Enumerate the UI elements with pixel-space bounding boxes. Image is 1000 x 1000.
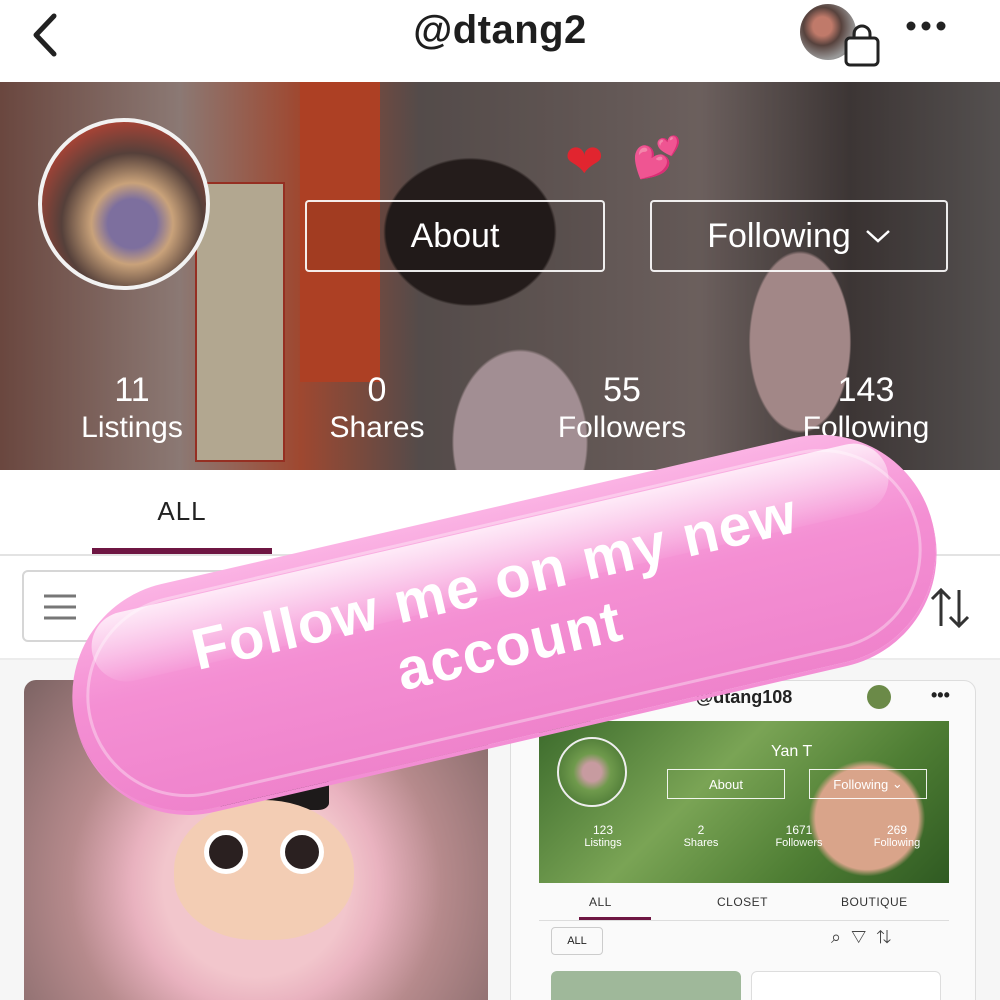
embedded-stat: 123 Listings: [563, 823, 643, 849]
stat-value: 143: [837, 371, 895, 409]
stat-label: Listings: [81, 411, 183, 444]
embedded-tab: BOUTIQUE: [841, 895, 908, 909]
embedded-cover: Yan T About Following ⌄ 123 Listings 2 S…: [539, 721, 949, 883]
top-bar: @dtang2: [0, 0, 1000, 82]
embedded-stat: 2 Shares: [661, 823, 741, 849]
chevron-down-icon: [865, 230, 890, 243]
following-button-label: Following: [707, 216, 851, 255]
profile-avatar[interactable]: [38, 118, 210, 290]
embedded-avatar: [557, 737, 627, 807]
embedded-stat-value: 1671: [785, 823, 813, 837]
shopping-bag-icon[interactable]: [842, 24, 882, 68]
embedded-toolbar-icons: ⌕ ▽ ⇅: [831, 927, 891, 947]
heart-icon: ❤: [565, 135, 604, 187]
stat-following[interactable]: 143 Following: [746, 370, 986, 446]
embedded-avatar-mini: [867, 685, 891, 709]
listing-photo-detail: [174, 800, 354, 940]
about-button-label: About: [410, 216, 500, 255]
stat-shares[interactable]: 0 Shares: [257, 370, 497, 446]
embedded-stat-label: Listings: [584, 837, 622, 849]
embedded-name: Yan T: [771, 743, 813, 760]
listing-card-screenshot[interactable]: @dtang108 ••• Yan T About Following ⌄ 12…: [510, 680, 976, 1000]
listing-photo-detail: [204, 830, 248, 874]
stat-listings[interactable]: 11 Listings: [12, 370, 252, 446]
stat-followers[interactable]: 55 Followers: [502, 370, 742, 446]
sort-icon[interactable]: [928, 586, 972, 630]
embedded-thumb: [551, 971, 741, 1000]
embedded-stat-value: 123: [592, 823, 614, 837]
embedded-about-label: About: [709, 776, 743, 792]
following-button[interactable]: Following: [650, 200, 948, 272]
embedded-stat: 269 Following: [857, 823, 937, 849]
embedded-tab: ALL: [589, 895, 612, 909]
more-icon[interactable]: [904, 16, 948, 36]
embedded-tab: CLOSET: [717, 895, 769, 909]
embedded-stat-value: 269: [886, 823, 908, 837]
stat-value: 0: [367, 371, 387, 409]
embedded-stat: 1671 Followers: [759, 823, 839, 849]
more-icon: •••: [931, 685, 950, 705]
embedded-tabs: ALL CLOSET BOUTIQUE: [539, 885, 949, 921]
embedded-filter-label: ALL: [567, 935, 587, 947]
about-button[interactable]: About: [305, 200, 605, 272]
heart-icon: 💕: [632, 136, 682, 180]
stat-label: Followers: [557, 411, 687, 444]
embedded-stat-label: Following: [873, 837, 921, 849]
embedded-stat-label: Followers: [775, 837, 823, 849]
stat-value: 55: [603, 371, 641, 409]
embedded-thumb: [751, 971, 941, 1000]
listing-photo-detail: [280, 830, 324, 874]
stat-label: Shares: [329, 411, 425, 444]
embedded-about-button: About: [667, 769, 785, 799]
tab-all[interactable]: ALL: [92, 496, 272, 527]
embedded-stat-label: Shares: [683, 837, 719, 849]
tab-active-indicator: [92, 548, 272, 554]
stat-value: 11: [114, 371, 150, 409]
embedded-stat-value: 2: [697, 823, 705, 837]
embedded-following-button: Following ⌄: [809, 769, 927, 799]
embedded-following-label: Following: [833, 776, 889, 792]
embedded-filter: ALL: [551, 927, 603, 955]
embedded-tab-indicator: [579, 917, 651, 920]
filter-icon: [44, 594, 76, 620]
profile-cover: ❤ 💕 About Following 11 Listings 0 Shares…: [0, 82, 1000, 470]
